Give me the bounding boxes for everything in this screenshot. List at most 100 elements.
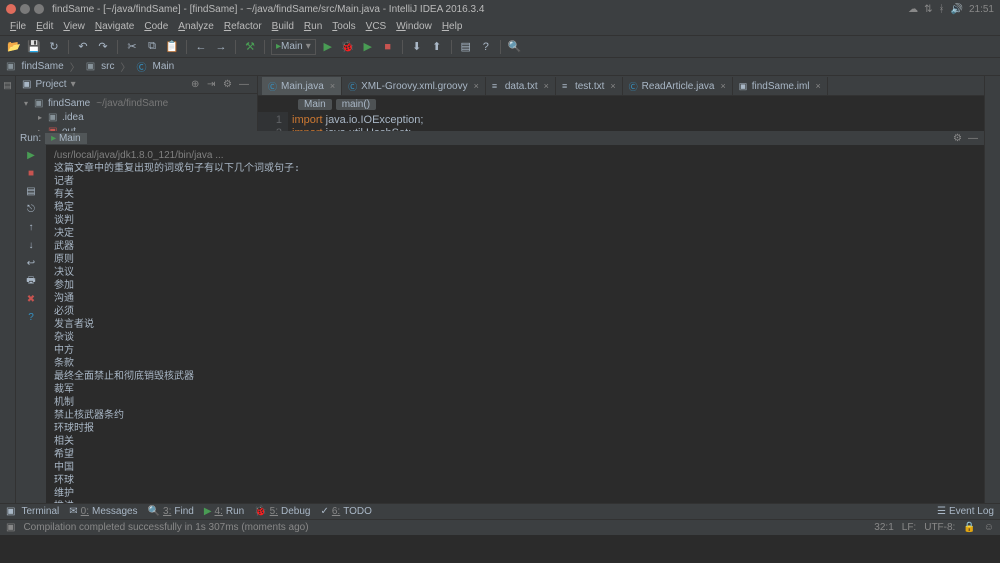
bluetooth-icon: ᚼ — [939, 4, 945, 15]
debug-icon[interactable]: 🐞 — [340, 39, 356, 55]
bottom-find[interactable]: 🔍3:Find — [148, 506, 194, 517]
crumb-file[interactable]: Main — [153, 61, 175, 72]
tree-item-idea[interactable]: ▸▣ .idea — [16, 110, 257, 124]
bottom-run[interactable]: ▶4:Run — [204, 506, 244, 517]
menu-vcs[interactable]: VCS — [362, 21, 391, 32]
close-tab-icon[interactable]: × — [720, 81, 725, 91]
soft-wrap-icon[interactable]: ↩ — [25, 257, 37, 269]
hector-icon[interactable]: ☺ — [984, 522, 994, 533]
stop-icon[interactable]: ■ — [380, 39, 396, 55]
stop-icon[interactable]: ■ — [25, 167, 37, 179]
class-icon: Ⓒ — [629, 80, 639, 93]
line-separator[interactable]: LF: — [902, 522, 916, 533]
run-configuration-select[interactable]: ▸ Main ▾ — [271, 39, 316, 55]
save-icon[interactable]: 💾 — [26, 39, 42, 55]
pin-icon[interactable]: ⎋ — [25, 203, 37, 215]
down-icon[interactable]: ↓ — [25, 239, 37, 251]
run-icon[interactable]: ▶ — [320, 39, 336, 55]
help-icon[interactable]: ? — [25, 311, 37, 323]
system-tray: ☁ ⇅ ᚼ 🔊 21:51 — [908, 4, 994, 15]
gear-icon[interactable]: ⚙ — [953, 133, 962, 144]
back-icon[interactable]: ← — [193, 39, 209, 55]
tab-test-txt[interactable]: ≡test.txt× — [556, 77, 623, 95]
bottom-debug[interactable]: 🐞5:Debug — [254, 506, 310, 517]
close-tab-icon[interactable]: × — [816, 81, 821, 91]
main-toolbar: 📂 💾 ↻ ↶ ↷ ✂ ⧉ 📋 ← → ⚒ ▸ Main ▾ ▶ 🐞 ▶ ■ ⬇… — [0, 36, 1000, 58]
hide-icon[interactable]: — — [239, 79, 251, 91]
menu-run[interactable]: Run — [300, 21, 326, 32]
editor-tabs: ⒸMain.java×ⒸXML-Groovy.xml.groovy×≡data.… — [258, 76, 1000, 96]
menu-help[interactable]: Help — [438, 21, 467, 32]
menu-navigate[interactable]: Navigate — [91, 21, 138, 32]
sync-icon[interactable]: ↻ — [46, 39, 62, 55]
tab-XML-Groovy-xml-groovy[interactable]: ⒸXML-Groovy.xml.groovy× — [342, 77, 486, 95]
build-icon[interactable]: ⚒ — [242, 39, 258, 55]
menu-build[interactable]: Build — [268, 21, 298, 32]
menu-refactor[interactable]: Refactor — [220, 21, 266, 32]
status-message: Compilation completed successfully in 1s… — [23, 522, 308, 533]
close-tab-icon[interactable]: × — [330, 81, 335, 91]
menu-tools[interactable]: Tools — [328, 21, 359, 32]
collapse-all-icon[interactable]: ⇥ — [207, 79, 219, 91]
vcs-update-icon[interactable]: ⬇ — [409, 39, 425, 55]
titlebar: findSame - [~/java/findSame] - [findSame… — [0, 0, 1000, 18]
settings-icon[interactable]: ⚙ — [223, 79, 235, 91]
copy-icon[interactable]: ⧉ — [144, 39, 160, 55]
minimize-icon[interactable]: — — [968, 133, 978, 144]
tab-ReadArticle-java[interactable]: ⒸReadArticle.java× — [623, 77, 733, 95]
tree-root-label: findSame — [48, 98, 90, 109]
undo-icon[interactable]: ↶ — [75, 39, 91, 55]
left-tool-stripe: ▤ — [0, 76, 16, 503]
paste-icon[interactable]: 📋 — [164, 39, 180, 55]
rerun-icon[interactable]: ▶ — [25, 149, 37, 161]
event-log[interactable]: ☰Event Log — [937, 506, 994, 517]
clear-icon[interactable]: ✖ — [25, 293, 37, 305]
crumb-root[interactable]: findSame — [21, 61, 63, 72]
close-tab-icon[interactable]: × — [610, 81, 615, 91]
up-icon[interactable]: ↑ — [25, 221, 37, 233]
help-icon[interactable]: ? — [478, 39, 494, 55]
bottom-terminal[interactable]: ▣Terminal — [6, 506, 59, 517]
menu-window[interactable]: Window — [392, 21, 436, 32]
print-icon[interactable]: 🖶 — [25, 275, 37, 287]
menu-analyze[interactable]: Analyze — [174, 21, 218, 32]
file-encoding[interactable]: UTF-8: — [924, 522, 955, 533]
minimize-window-button[interactable] — [20, 4, 30, 14]
close-window-button[interactable] — [6, 4, 16, 14]
chevron-down-icon[interactable]: ▾ — [71, 79, 76, 90]
tab-findSame-iml[interactable]: ▣findSame.iml× — [733, 77, 828, 95]
menu-file[interactable]: File — [6, 21, 30, 32]
bottom-messages[interactable]: ✉0:Messages — [69, 506, 137, 517]
menu-view[interactable]: View — [59, 21, 89, 32]
scroll-to-source-icon[interactable]: ⊕ — [191, 79, 203, 91]
class-icon: Ⓒ — [348, 80, 358, 93]
menu-code[interactable]: Code — [140, 21, 172, 32]
bottom-todo[interactable]: ✓6:TODO — [320, 506, 371, 517]
volume-icon: 🔊 — [951, 4, 963, 15]
bc-class[interactable]: Main — [298, 99, 332, 110]
forward-icon[interactable]: → — [213, 39, 229, 55]
structure-tool-icon[interactable]: ▤ — [3, 80, 12, 91]
search-icon[interactable]: 🔍 — [507, 39, 523, 55]
open-icon[interactable]: 📂 — [6, 39, 22, 55]
lock-icon[interactable]: 🔒 — [963, 522, 975, 533]
bc-method[interactable]: main() — [336, 99, 376, 110]
tab-data-txt[interactable]: ≡data.txt× — [486, 77, 556, 95]
structure-icon[interactable]: ▤ — [458, 39, 474, 55]
cut-icon[interactable]: ✂ — [124, 39, 140, 55]
redo-icon[interactable]: ↷ — [95, 39, 111, 55]
debug-icon: 🐞 — [254, 506, 266, 517]
tab-Main-java[interactable]: ⒸMain.java× — [262, 77, 342, 95]
maximize-window-button[interactable] — [34, 4, 44, 14]
coverage-icon[interactable]: ▶ — [360, 39, 376, 55]
run-tab-main[interactable]: ▸ Main — [45, 133, 87, 144]
vcs-commit-icon[interactable]: ⬆ — [429, 39, 445, 55]
menu-edit[interactable]: Edit — [32, 21, 57, 32]
close-tab-icon[interactable]: × — [544, 81, 549, 91]
cloud-icon: ☁ — [908, 4, 918, 15]
close-tab-icon[interactable]: × — [474, 81, 479, 91]
layout-icon[interactable]: ▤ — [25, 185, 37, 197]
run-output[interactable]: /usr/local/java/jdk1.8.0_121/bin/java ..… — [46, 145, 984, 503]
tree-root[interactable]: ▾▣ findSame ~/java/findSame — [16, 96, 257, 110]
crumb-src[interactable]: src — [101, 61, 114, 72]
